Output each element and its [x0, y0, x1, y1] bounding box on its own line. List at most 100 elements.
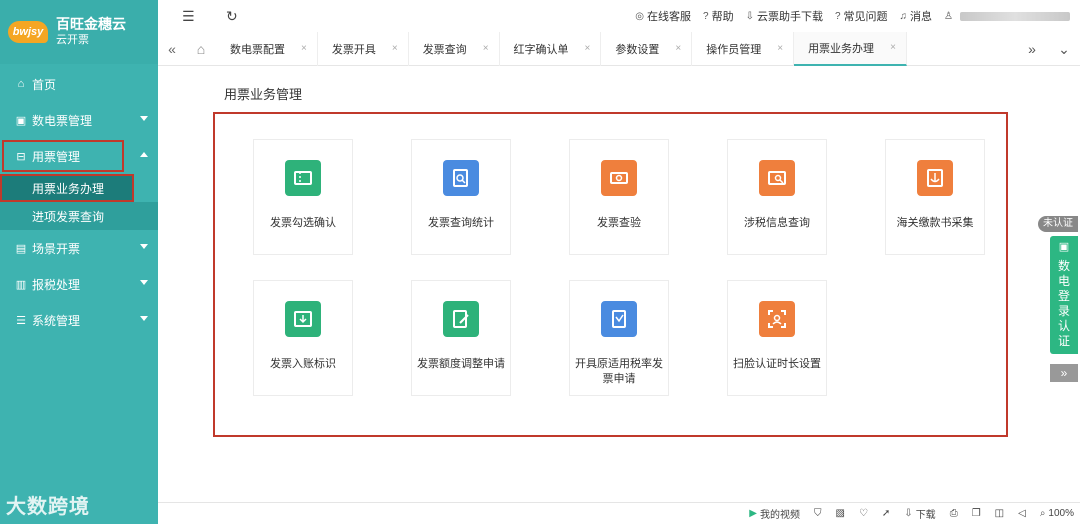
ticket-check-icon: [285, 160, 321, 196]
tab-ticket-business[interactable]: 用票业务办理 ×: [794, 31, 907, 66]
close-icon[interactable]: ×: [392, 43, 398, 54]
image-icon[interactable]: ▧: [835, 508, 844, 519]
card-original-rate-apply[interactable]: 开具原适用税率发票申请: [569, 280, 669, 396]
ticket-icon: ⊟: [16, 150, 26, 163]
user-menu[interactable]: ♙: [944, 11, 1070, 22]
sidebar-item-tax-processing[interactable]: ▥ 报税处理: [0, 266, 158, 302]
chevron-down-icon: [140, 316, 148, 321]
expand-widget-icon[interactable]: »: [1050, 364, 1078, 382]
close-icon[interactable]: ×: [483, 43, 489, 54]
tab-params[interactable]: 参数设置 ×: [601, 31, 693, 66]
sidebar-item-label: 用票管理: [32, 149, 81, 164]
shield-icon[interactable]: ⛉: [814, 508, 822, 519]
copy-icon[interactable]: ❐: [972, 508, 981, 519]
card-label: 发票入账标识: [270, 358, 336, 370]
window-icon[interactable]: ◫: [995, 508, 1004, 519]
close-icon[interactable]: ×: [675, 43, 681, 54]
sidebar-item-system-mgmt[interactable]: ☰ 系统管理: [0, 302, 158, 338]
sidebar-item-label: 报税处理: [32, 277, 81, 292]
close-icon[interactable]: ×: [890, 42, 896, 53]
close-icon[interactable]: ×: [301, 43, 307, 54]
card-invoice-account-mark[interactable]: 发票入账标识: [253, 280, 353, 396]
download-button[interactable]: ⇩ 下载: [904, 506, 935, 521]
my-video-button[interactable]: ▶ 我的视频: [749, 506, 800, 521]
verify-ticket-icon: [601, 160, 637, 196]
card-invoice-query-stats[interactable]: 发票查询统计: [411, 139, 511, 255]
sidebar-item-scene-invoice[interactable]: ▤ 场景开票: [0, 230, 158, 266]
home-icon: ⌂: [17, 78, 25, 90]
auth-char: 认: [1057, 319, 1070, 333]
tab-operators[interactable]: 操作员管理 ×: [692, 31, 795, 66]
card-tax-info-query[interactable]: 涉税信息查询: [727, 139, 827, 255]
card-label: 发票勾选确认: [270, 217, 336, 229]
card-invoice-check-confirm[interactable]: 发票勾选确认: [253, 139, 353, 255]
auth-char: 证: [1057, 334, 1070, 348]
card-quota-adjust-apply[interactable]: 发票额度调整申请: [411, 280, 511, 396]
close-icon[interactable]: ×: [585, 43, 591, 54]
tab-invoice-config[interactable]: 数电票配置 ×: [216, 31, 318, 66]
app-logo[interactable]: bwjsy 百旺金穗云 云开票: [0, 0, 158, 64]
card-label: 发票查询统计: [428, 217, 494, 229]
refresh-icon[interactable]: ↻: [226, 8, 246, 25]
quota-edit-icon: [443, 301, 479, 337]
online-service-link[interactable]: ◎ 在线客服: [635, 8, 691, 24]
sidebar-item-invoice-mgmt[interactable]: ▣ 数电票管理: [0, 102, 158, 138]
card-label: 扫脸认证时长设置: [733, 358, 821, 370]
card-label: 发票查验: [597, 217, 641, 229]
tab-scroll-left-icon[interactable]: «: [158, 41, 186, 57]
watermark: 大数跨境: [6, 496, 90, 518]
customs-icon: [917, 160, 953, 196]
card-face-auth-duration[interactable]: 扫脸认证时长设置: [727, 280, 827, 396]
status-bar: ▶ 我的视频 ⛉ ▧ ♡ ➚ ⇩ 下载 ⎙ ❐ ◫ ◁ ⌕ 100%: [158, 502, 1080, 524]
sidebar-subitem-input-invoice-query[interactable]: 进项发票查询: [0, 202, 158, 230]
rocket-icon[interactable]: ➚: [882, 508, 890, 519]
page-title: 用票业务管理: [224, 87, 303, 102]
menu-toggle-icon[interactable]: ☰: [182, 8, 202, 25]
auth-char: 电: [1057, 274, 1070, 288]
tab-label: 用票业务办理: [808, 42, 875, 55]
home-tab-icon[interactable]: ⌂: [186, 41, 216, 57]
tab-invoice-query[interactable]: 发票查询 ×: [409, 31, 500, 66]
user-icon: ♙: [944, 10, 953, 22]
app-title: 百旺金穗云: [56, 16, 126, 32]
sidebar: bwjsy 百旺金穗云 云开票 ⌂ 首页 ▣ 数电票管理 ⊟ 用票管理 用票业务…: [0, 0, 158, 524]
faq-link[interactable]: ? 常见问题: [835, 8, 888, 24]
tab-bar: « ⌂ 数电票配置 × 发票开具 × 发票查询 × 红字确认单 × 参数设置 × 操作员管…: [158, 31, 1080, 66]
tab-more-icon[interactable]: ⌄: [1048, 41, 1080, 58]
print-icon[interactable]: ⎙: [950, 508, 958, 519]
close-icon[interactable]: ×: [777, 43, 783, 54]
rate-apply-icon: [601, 301, 637, 337]
chevron-down-icon: [140, 280, 148, 285]
sidebar-item-ticket-mgmt[interactable]: ⊟ 用票管理: [0, 138, 126, 174]
tab-label: 发票开具: [331, 43, 376, 56]
help-label: 帮助: [711, 11, 734, 23]
tab-scroll-right-icon[interactable]: »: [1016, 41, 1048, 57]
tab-invoice-issue[interactable]: 发票开具 ×: [318, 31, 409, 66]
tab-red-confirm[interactable]: 红字确认单 ×: [500, 31, 602, 66]
zoom-control[interactable]: ⌕ 100%: [1040, 508, 1074, 519]
volume-icon[interactable]: ◁: [1018, 508, 1026, 519]
download-icon: ⇩: [745, 10, 754, 22]
tab-label: 发票查询: [422, 43, 467, 56]
assistant-download-link[interactable]: ⇩ 云票助手下载: [746, 8, 823, 24]
account-in-icon: [285, 301, 321, 337]
sidebar-item-label: 数电票管理: [32, 113, 93, 128]
help-icon: ?: [703, 10, 709, 22]
auth-char: 数: [1057, 259, 1070, 273]
sidebar-item-home[interactable]: ⌂ 首页: [0, 66, 158, 102]
card-label: 发票额度调整申请: [417, 358, 505, 370]
chevron-up-icon: [140, 152, 148, 157]
sidebar-item-label: 系统管理: [32, 313, 81, 328]
digital-login-auth-button[interactable]: ▣ 数 电 登 录 认 证: [1050, 236, 1078, 354]
play-icon: ▶: [749, 508, 757, 519]
card-invoice-verify[interactable]: 发票查验: [569, 139, 669, 255]
top-bar: ☰ ↻ ◎ 在线客服 ? 帮助 ⇩ 云票助手下载 ? 常见问题 ♫ 消息 ♙: [158, 0, 1080, 32]
messages-link[interactable]: ♫ 消息: [900, 8, 933, 24]
search-doc-icon: [443, 160, 479, 196]
tab-label: 参数设置: [615, 43, 660, 56]
heart-icon[interactable]: ♡: [859, 508, 868, 519]
card-customs-collection[interactable]: 海关缴款书采集: [885, 139, 985, 255]
sidebar-item-label: 首页: [32, 77, 57, 92]
sidebar-subitem-ticket-business[interactable]: 用票业务办理: [0, 174, 134, 202]
help-link[interactable]: ? 帮助: [703, 8, 734, 24]
